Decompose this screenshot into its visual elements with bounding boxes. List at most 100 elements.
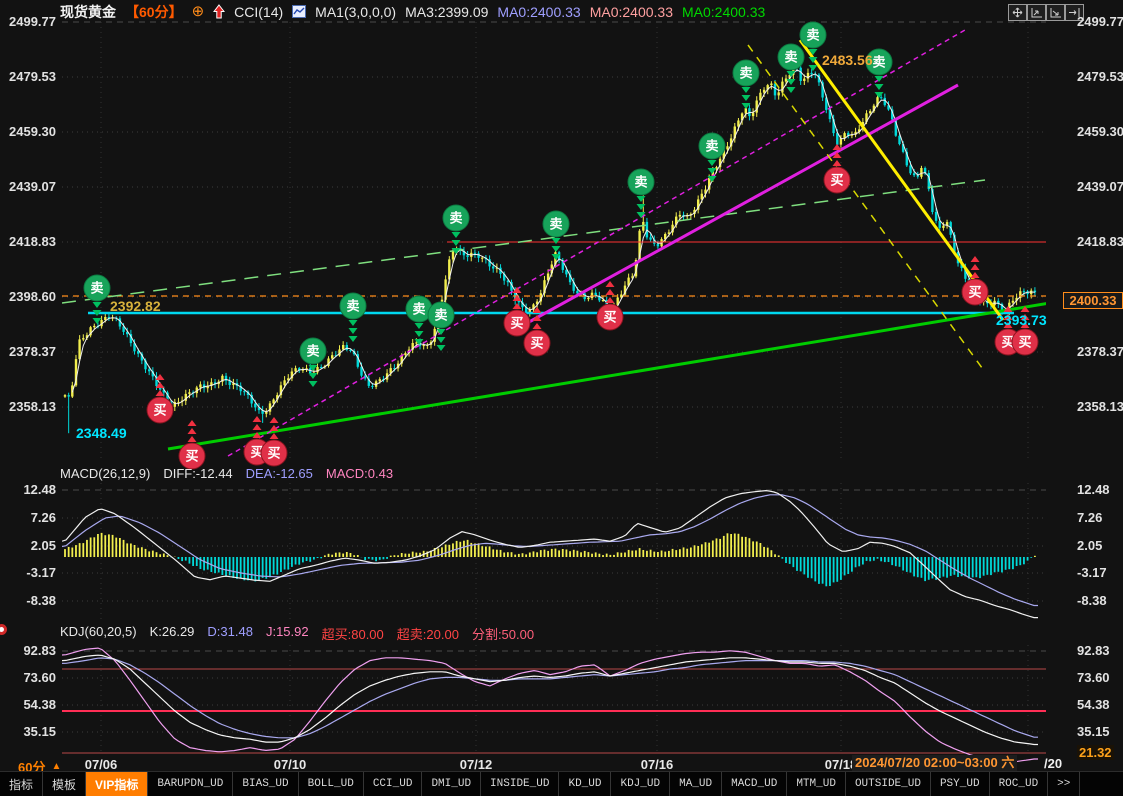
- up-triangle-icon: [188, 420, 197, 426]
- candlestick-series: [64, 64, 1036, 433]
- svg-text:卖: 卖: [346, 299, 359, 314]
- svg-text:卖: 卖: [634, 175, 647, 190]
- signal-badges: 卖卖卖卖卖卖卖卖卖卖卖卖卖买买买买买买买买买买买: [84, 22, 1038, 469]
- up-triangle-icon: [971, 256, 980, 262]
- sell-signal-badge[interactable]: 卖: [443, 205, 469, 254]
- toolbar-item-mtm_ud[interactable]: MTM_UD: [787, 772, 846, 796]
- macd-hist-value: MACD:0.43: [326, 466, 393, 481]
- buy-signal-badge[interactable]: 买: [1012, 306, 1038, 355]
- kdj-name: KDJ(60,20,5): [60, 624, 137, 643]
- toolbar-item-psy_ud[interactable]: PSY_UD: [931, 772, 990, 796]
- kdj-k-value: K:26.29: [150, 624, 195, 643]
- down-triangle-icon: [637, 196, 646, 202]
- sell-signal-badge[interactable]: 卖: [733, 60, 759, 109]
- svg-text:买: 买: [603, 310, 616, 325]
- kdj-divide-value: 分割:50.00: [472, 624, 534, 643]
- svg-text:买: 买: [510, 316, 523, 331]
- down-triangle-icon: [875, 92, 884, 98]
- symbol-name: 现货黄金: [60, 2, 116, 22]
- up-triangle-icon: [1004, 314, 1013, 320]
- toolbar-item-[interactable]: >>: [1048, 772, 1080, 796]
- down-triangle-icon: [875, 84, 884, 90]
- toolbar-item-kdj_ud[interactable]: KDJ_UD: [611, 772, 670, 796]
- down-triangle-icon: [787, 87, 796, 93]
- down-triangle-icon: [93, 302, 102, 308]
- circle-plus-icon[interactable]: ⊕: [192, 5, 205, 19]
- svg-text:买: 买: [830, 173, 843, 188]
- toolbar-item-macd_ud[interactable]: MACD_UD: [722, 772, 787, 796]
- axis-scale-icon[interactable]: [1027, 4, 1046, 21]
- kdj-header: KDJ(60,20,5) K:26.29 D:31.48 J:15.92 超买:…: [60, 624, 534, 643]
- svg-text:卖: 卖: [306, 344, 319, 359]
- toolbar-item-bias_ud[interactable]: BIAS_UD: [233, 772, 298, 796]
- buy-signal-badge[interactable]: 买: [524, 307, 550, 356]
- macd-diff-value: DIFF:-12.44: [163, 466, 232, 481]
- down-triangle-icon: [349, 328, 358, 334]
- up-arrow-icon: [213, 4, 225, 19]
- svg-text:买: 买: [968, 285, 981, 300]
- toolbar-item-roc_ud[interactable]: ROC_UD: [990, 772, 1049, 796]
- macd-name: MACD(26,12,9): [60, 466, 150, 481]
- down-triangle-icon: [637, 204, 646, 210]
- toolbar-item-ma_ud[interactable]: MA_UD: [670, 772, 722, 796]
- up-triangle-icon: [971, 264, 980, 270]
- up-triangle-icon: [833, 160, 842, 166]
- toolbar-item-指标[interactable]: 指标: [0, 772, 43, 796]
- goto-latest-icon[interactable]: [1065, 4, 1084, 21]
- timeframe-label[interactable]: 【60分】: [125, 2, 183, 22]
- toolbar-item-vip指标[interactable]: VIP指标: [86, 772, 148, 796]
- down-triangle-icon: [809, 65, 818, 71]
- magenta-dashed-trend[interactable]: [228, 30, 965, 456]
- down-triangle-icon: [552, 238, 561, 244]
- svg-text:卖: 卖: [872, 55, 885, 70]
- toolbar-item-outside_ud[interactable]: OUTSIDE_UD: [846, 772, 931, 796]
- svg-text:买: 买: [530, 336, 543, 351]
- sell-signal-badge[interactable]: 卖: [300, 338, 326, 387]
- down-triangle-icon: [437, 337, 446, 343]
- down-triangle-icon: [437, 345, 446, 351]
- ma3-value: MA3:2399.09: [405, 4, 488, 20]
- chart-pan-icon[interactable]: [1046, 4, 1065, 21]
- current-price-box: 2400.33: [1063, 292, 1123, 309]
- svg-text:卖: 卖: [784, 50, 797, 65]
- up-triangle-icon: [606, 281, 615, 287]
- buy-signal-badge[interactable]: 买: [962, 256, 988, 305]
- toolbar-item-boll_ud[interactable]: BOLL_UD: [299, 772, 364, 796]
- trading-app-window: 卖卖卖卖卖卖卖卖卖卖卖卖卖买买买买买买买买买买买 现货黄金 【60分】 ⊕ CC…: [0, 0, 1123, 796]
- toolbar-item-模板[interactable]: 模板: [43, 772, 86, 796]
- buy-signal-badge[interactable]: 买: [147, 374, 173, 423]
- svg-text:卖: 卖: [806, 28, 819, 43]
- up-triangle-icon: [270, 433, 279, 439]
- toolbar-item-barupdn_ud[interactable]: BARUPDN_UD: [148, 772, 233, 796]
- sell-signal-badge[interactable]: 卖: [340, 293, 366, 342]
- kdj-overbought-value: 超买:80.00: [322, 624, 384, 643]
- macd-diff-line: [62, 491, 1038, 618]
- indicator-name: CCI(14): [234, 4, 283, 20]
- svg-text:卖: 卖: [434, 308, 447, 323]
- up-triangle-icon: [513, 303, 522, 309]
- yellow-dashed-trend[interactable]: [748, 45, 985, 372]
- down-triangle-icon: [742, 95, 751, 101]
- sell-signal-badge[interactable]: 卖: [866, 49, 892, 98]
- crosshair-time-info: 2024/07/20 02:00~03:00 六: [852, 755, 1017, 771]
- kdj-j-line: [62, 648, 1038, 762]
- down-triangle-icon: [742, 87, 751, 93]
- chart-type-icon[interactable]: [292, 5, 306, 18]
- sell-signal-badge[interactable]: 卖: [406, 296, 432, 345]
- kdj-oversold-value: 超卖:20.00: [397, 624, 459, 643]
- up-triangle-icon: [833, 144, 842, 150]
- toolbar-item-kd_ud[interactable]: KD_UD: [559, 772, 611, 796]
- macd-header: MACD(26,12,9) DIFF:-12.44 DEA:-12.65 MAC…: [60, 466, 393, 481]
- buy-signal-badge[interactable]: 买: [597, 281, 623, 330]
- toolbar-item-cci_ud[interactable]: CCI_UD: [364, 772, 423, 796]
- svg-text:买: 买: [1018, 335, 1031, 350]
- sell-signal-badge[interactable]: 卖: [628, 169, 654, 218]
- toolbar-item-inside_ud[interactable]: INSIDE_UD: [481, 772, 559, 796]
- svg-text:卖: 卖: [739, 66, 752, 81]
- move-tool-icon[interactable]: [1008, 4, 1027, 21]
- kdj-d-value: D:31.48: [207, 624, 253, 643]
- ma0-value-2: MA0:2400.33: [590, 4, 673, 20]
- toolbar-item-dmi_ud[interactable]: DMI_UD: [422, 772, 481, 796]
- chart-header: 现货黄金 【60分】 ⊕ CCI(14) MA1(3,0,0,0) MA3:23…: [60, 3, 765, 20]
- kdj-d-line: [62, 658, 1038, 738]
